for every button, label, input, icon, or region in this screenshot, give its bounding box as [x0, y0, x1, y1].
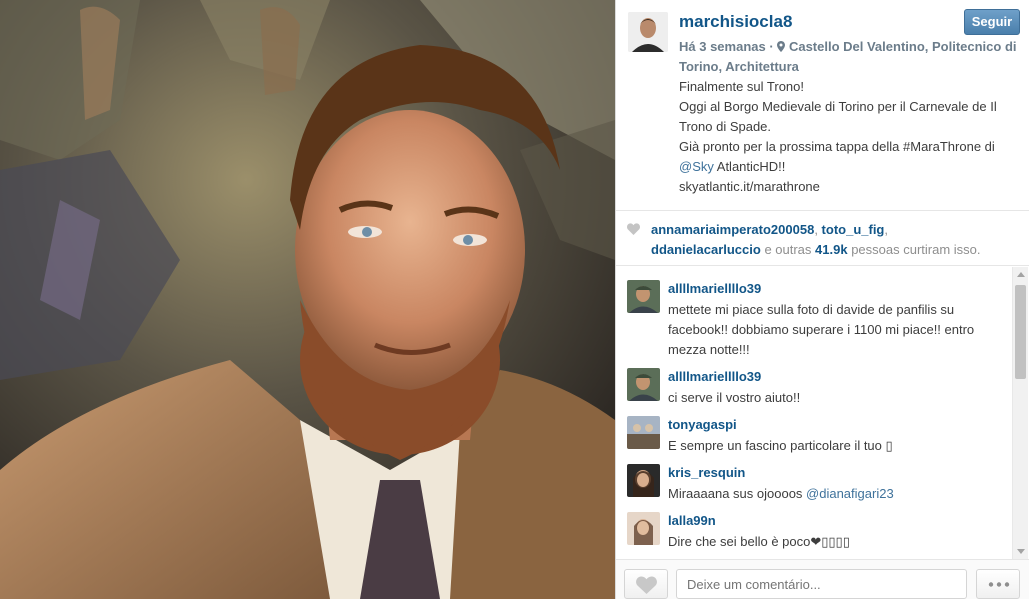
scroll-up-arrow-icon[interactable] [1017, 272, 1025, 277]
like-button[interactable] [624, 569, 668, 599]
commenter-username[interactable]: allllmariellllo39 [668, 280, 761, 298]
liker-user[interactable]: toto_u_fig [822, 222, 885, 237]
comment-text: E sempre un fascino particolare il tuo ▯ [668, 438, 893, 453]
comments-scrollbar[interactable] [1012, 267, 1028, 559]
post-side-panel: marchisiocla8 Seguir Há 3 semanas · Cast… [615, 0, 1029, 599]
liker-user[interactable]: ddanielacarluccio [651, 242, 761, 257]
comment-mention-link[interactable]: @dianafigari23 [806, 486, 894, 501]
caption-line: Oggi al Borgo Medievale di Torino per il… [679, 99, 997, 114]
caption-line: Finalmente sul Trono! [679, 79, 805, 94]
post-caption: Finalmente sul Trono! Oggi al Borgo Medi… [679, 77, 1024, 197]
heart-icon [627, 223, 640, 235]
post-photo [0, 0, 615, 599]
likes-count[interactable]: 41.9k [815, 242, 848, 257]
comment-text: ci serve il vostro aiuto!! [668, 390, 801, 405]
commenter-username[interactable]: allllmariellllo39 [668, 368, 761, 386]
caption-line-mention: @Sky AtlanticHD!! [679, 157, 1024, 177]
commenter-avatar[interactable] [627, 416, 660, 449]
likes-text: annamariaimperato200058, toto_u_fig, ddan… [651, 220, 1021, 260]
heart-icon [636, 576, 657, 594]
comment-input[interactable] [676, 569, 967, 599]
post-time[interactable]: Há 3 semanas [679, 39, 766, 54]
post-meta: Há 3 semanas · Castello Del Valentino, P… [679, 37, 1019, 77]
scrollbar-thumb[interactable] [1015, 285, 1026, 379]
follow-button[interactable]: Seguir [964, 9, 1020, 35]
comment-text-part: Miraaaana sus ojoooos [668, 486, 807, 501]
post-header: marchisiocla8 Seguir Há 3 semanas · Cast… [616, 0, 1029, 211]
comment-text: mettete mi piace sulla foto di davide de… [668, 302, 975, 357]
more-options-button[interactable] [976, 569, 1020, 599]
commenter-username[interactable]: lalla99n [668, 512, 716, 530]
caption-mention-rest: AtlanticHD!! [713, 159, 786, 174]
scroll-down-arrow-icon[interactable] [1017, 549, 1025, 554]
likes-tail: pessoas curtiram isso. [847, 242, 981, 257]
comments-list[interactable]: allllmariellllo39 mettete mi piace sulla… [616, 267, 1029, 559]
comment-text: Dire che sei bello è poco❤▯▯▯▯ [668, 534, 850, 549]
location-pin-icon [777, 41, 786, 52]
caption-line: Trono di Spade. [679, 119, 772, 134]
likes-separator: , [884, 222, 888, 237]
caption-mention-link[interactable]: @Sky [679, 159, 714, 174]
commenter-avatar[interactable] [627, 512, 660, 545]
commenter-avatar[interactable] [627, 464, 660, 497]
likes-separator: , [814, 222, 822, 237]
caption-line: Già pronto per la prossima tappa della #… [679, 139, 995, 154]
meta-separator: · [769, 39, 774, 54]
likes-summary: annamariaimperato200058, toto_u_fig, ddan… [616, 212, 1029, 266]
liker-user[interactable]: annamariaimperato200058 [651, 222, 814, 237]
post-username[interactable]: marchisiocla8 [679, 12, 792, 32]
commenter-username[interactable]: tonyagaspi [668, 416, 737, 434]
commenter-avatar[interactable] [627, 368, 660, 401]
comment-text: Miraaaana sus ojoooos @dianafigari23 [668, 484, 998, 504]
commenter-avatar[interactable] [627, 280, 660, 313]
more-options-icon [988, 582, 1010, 587]
likes-connector: e outras [760, 242, 816, 257]
commenter-username[interactable]: kris_resquin [668, 464, 745, 482]
avatar[interactable] [628, 12, 668, 52]
comment-footer [616, 559, 1029, 599]
caption-line: skyatlantic.it/marathrone [679, 179, 820, 194]
